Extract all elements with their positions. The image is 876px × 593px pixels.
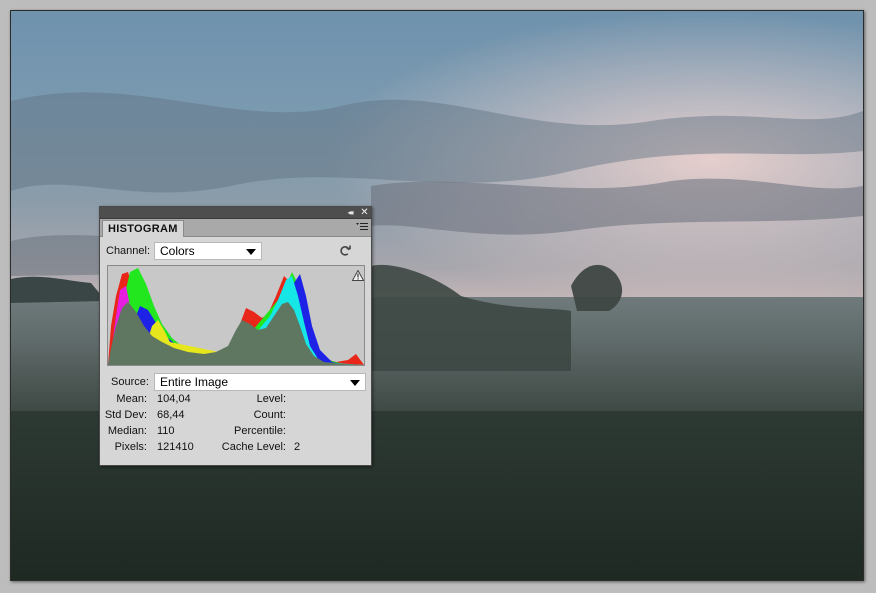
cache-level-value: 2	[294, 441, 301, 453]
channel-select[interactable]: Colors	[154, 242, 262, 260]
pixels-label: Pixels:	[114, 441, 147, 453]
median-value: 110	[157, 425, 175, 437]
level-label: Level:	[256, 393, 286, 405]
source-select[interactable]: Entire Image	[154, 373, 366, 391]
chevron-down-icon	[350, 380, 360, 386]
pixels-value: 121410	[157, 441, 194, 453]
histogram-panel: ◂◂ ✕ HISTOGRAM Channel: Colors Source: E…	[99, 206, 372, 466]
panel-tab-row: HISTOGRAM	[100, 219, 371, 237]
chevron-down-icon	[246, 249, 256, 255]
count-label: Count:	[253, 409, 286, 421]
double-chevron-left-icon[interactable]: ◂◂	[345, 208, 354, 217]
channel-select-value: Colors	[160, 244, 195, 258]
stddev-value: 68,44	[157, 409, 185, 421]
cache-level-label: Cache Level:	[221, 441, 286, 453]
channel-label: Channel:	[106, 245, 151, 257]
mean-value: 104,04	[157, 393, 191, 405]
histogram-graph	[107, 265, 365, 366]
tab-histogram[interactable]: HISTOGRAM	[102, 220, 184, 237]
mean-label: Mean:	[116, 393, 147, 405]
stddev-label: Std Dev:	[104, 409, 147, 421]
percentile-label: Percentile:	[234, 425, 286, 437]
panel-titlebar[interactable]: ◂◂ ✕	[100, 207, 371, 219]
median-label: Median:	[107, 425, 147, 437]
refresh-icon[interactable]	[339, 245, 351, 257]
source-label: Source:	[111, 376, 149, 388]
document-canvas[interactable]: ◂◂ ✕ HISTOGRAM Channel: Colors Source: E…	[10, 10, 864, 581]
panel-menu-icon[interactable]	[356, 222, 368, 232]
source-select-value: Entire Image	[160, 375, 229, 389]
histogram-chart	[108, 268, 364, 365]
close-icon[interactable]: ✕	[360, 208, 369, 218]
warning-triangle-icon[interactable]	[352, 270, 364, 281]
